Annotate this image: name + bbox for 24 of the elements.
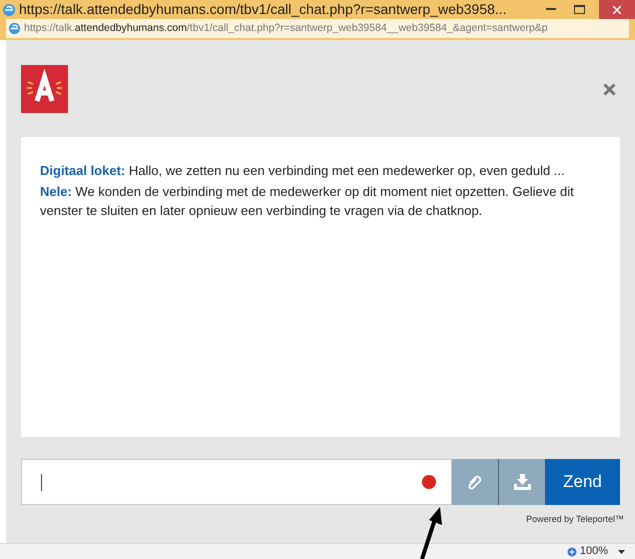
powered-by-text: Powered by Teleportel™ [526,513,624,526]
close-icon [613,6,621,14]
maximize-icon[interactable] [574,5,585,14]
url-text: https://talk.attendedbyhumans.com/tbv1/call_chat.php?r=santwerp_web39584__web39584_&agent=santwerp&p [24,20,548,36]
close-icon[interactable] [603,82,616,96]
logo-icon [21,65,68,113]
chat-message: Digitaal loket: Hallo, we zetten nu een verbinding met een medewerker op, even geduld ... [40,162,566,180]
dropdown-caret-icon[interactable] [618,550,625,554]
paperclip-icon [466,474,484,490]
send-button[interactable]: Zend [545,459,620,505]
close-button[interactable] [599,0,635,19]
browser-icon [8,22,21,35]
chat-message: Nele: We konden de verbinding met de medewerker op dit moment niet opzetten. Gelieve dit venster te sluiten en later opnieuw een verbinding te vragen via de chatknop. [40,183,575,220]
zoom-icon [566,546,577,556]
record-dot-icon [422,475,436,489]
window-title: https://talk.attendedbyhumans.com/tbv1/call_chat.php?r=santwerp_web3958... [19,0,507,19]
download-icon [514,474,530,490]
minimize-icon[interactable] [546,8,556,11]
address-bar[interactable]: https://talk.attendedbyhumans.com/tbv1/call_chat.php?r=santwerp_web39584__web39584_&agent=santwerp&p [6,19,629,38]
browser-icon [2,2,16,16]
attach-button[interactable] [452,459,499,505]
zoom-level[interactable]: 100% [580,543,608,559]
message-input[interactable] [21,459,452,505]
annotation-arrow [418,507,444,559]
